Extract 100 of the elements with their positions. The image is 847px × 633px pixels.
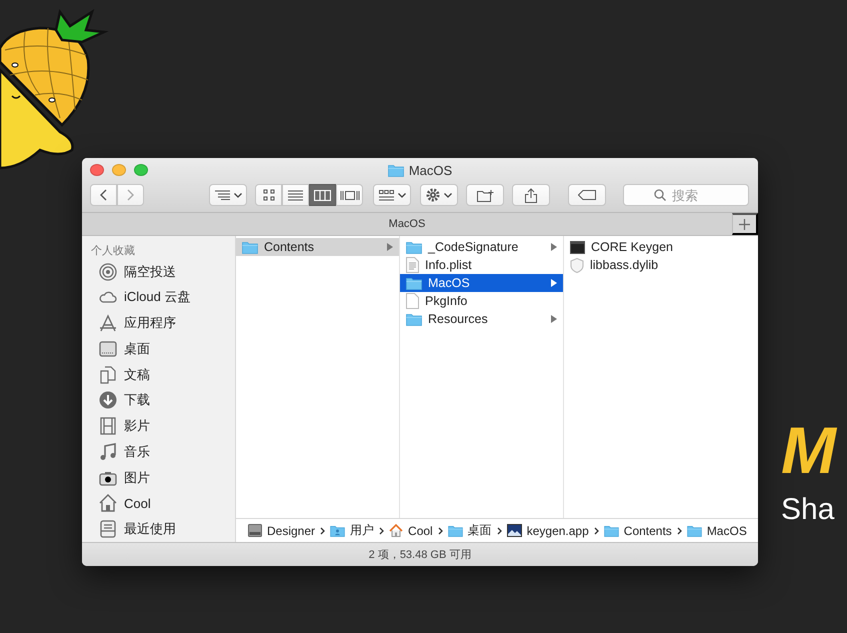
document-icon — [406, 293, 419, 309]
folder-icon — [604, 524, 619, 536]
columns-icon — [314, 190, 331, 200]
folder-plus-icon — [476, 188, 494, 202]
view-mode-button[interactable] — [255, 184, 282, 206]
caret-icon — [444, 192, 452, 198]
tray-icon — [99, 520, 117, 538]
file-name: Contents — [264, 240, 316, 254]
file-row[interactable]: Contents — [236, 238, 399, 256]
sidebar-item[interactable]: Cool — [82, 490, 235, 516]
view-mode-button[interactable] — [336, 184, 363, 206]
sidebar-item[interactable]: 下载 — [82, 388, 235, 414]
sidebar-item-label: 最近使用 — [124, 520, 176, 538]
disclosure-triangle-icon — [551, 279, 557, 287]
path-item[interactable]: Cool — [408, 524, 433, 538]
folder-icon — [686, 524, 702, 536]
grid-icon — [378, 190, 394, 200]
sidebar-item[interactable]: 最近使用 — [82, 516, 235, 542]
view-mode-button[interactable] — [309, 184, 336, 206]
window-title: MacOS — [408, 163, 452, 178]
action-button[interactable] — [420, 184, 458, 206]
file-name: Info.plist — [425, 258, 473, 272]
new-folder-button[interactable] — [466, 184, 504, 206]
path-item[interactable]: 用户 — [350, 522, 374, 539]
chevron-right-icon — [320, 526, 326, 534]
file-row[interactable]: PkgInfo — [400, 292, 563, 310]
path-item[interactable]: 桌面 — [468, 522, 492, 539]
terminal-icon — [570, 240, 585, 254]
sidebar-heading: 个人收藏 — [90, 244, 135, 259]
disclosure-triangle-icon — [387, 243, 393, 251]
path-item[interactable]: MacOS — [706, 524, 747, 538]
path-item[interactable]: Contents — [624, 524, 672, 538]
file-row[interactable]: CORE Keygen — [564, 238, 758, 256]
list-icon — [288, 190, 303, 200]
tag-button[interactable] — [568, 184, 606, 206]
path-item[interactable]: keygen.app — [526, 524, 589, 538]
file-row[interactable]: MacOS — [400, 274, 563, 292]
sidebar-item[interactable]: 桌面 — [82, 336, 235, 362]
sidebar-item-label: 下载 — [124, 391, 150, 410]
sidebar-item[interactable]: 图片 — [82, 464, 235, 491]
file-row[interactable]: Resources — [400, 310, 563, 328]
file-name: CORE Keygen — [591, 240, 674, 254]
sidebar-item[interactable]: 文稿 — [82, 362, 235, 388]
plus-icon — [739, 218, 750, 230]
chevron-right-icon — [496, 526, 502, 534]
view-mode-button[interactable] — [282, 184, 309, 206]
view-options-button[interactable] — [209, 184, 247, 206]
hard-drive-icon — [248, 524, 262, 537]
folder-icon — [406, 240, 422, 254]
share-button[interactable] — [512, 184, 550, 206]
file-name: PkgInfo — [425, 294, 468, 308]
tab-title: MacOS — [388, 218, 426, 230]
share-icon — [525, 188, 537, 202]
sidebar-item-label: Cool — [124, 496, 151, 511]
sidebar-item[interactable]: 影片 — [82, 413, 235, 440]
sidebar-item[interactable]: 音乐 — [82, 439, 235, 465]
new-tab-button[interactable] — [732, 213, 758, 235]
file-name: _CodeSignature — [428, 240, 520, 254]
path-item[interactable]: Designer — [267, 524, 316, 538]
folder-icon — [406, 276, 422, 290]
file-row[interactable]: libbass.dylib — [564, 256, 758, 274]
status-text: 2 项，53.48 GB 可用 — [368, 548, 472, 562]
file-name: Resources — [428, 312, 489, 326]
sidebar-item-label: 影片 — [124, 417, 150, 436]
music-note-icon — [99, 442, 117, 461]
sidebar-item-label: 隔空投送 — [124, 262, 176, 281]
file-name: libbass.dylib — [590, 258, 660, 272]
gear-icon — [426, 188, 440, 202]
sidebar-item[interactable]: iCloud 云盘 — [82, 284, 235, 310]
documents-icon — [99, 366, 117, 384]
shield-icon — [570, 258, 584, 272]
search-field[interactable]: 搜索 — [623, 184, 749, 206]
user-folder-icon — [330, 524, 346, 536]
sidebar-item[interactable]: 应用程序 — [82, 310, 235, 336]
monitor-icon — [99, 340, 117, 358]
file-row[interactable]: _CodeSignature — [400, 238, 563, 256]
close-button[interactable] — [90, 164, 104, 176]
sidebar-item-label: 文稿 — [124, 366, 150, 384]
download-icon — [99, 391, 117, 410]
arrange-button[interactable] — [373, 184, 411, 206]
folder-icon — [406, 312, 422, 326]
folder-icon — [242, 240, 258, 254]
sidebar-item-label: 应用程序 — [124, 314, 176, 332]
chevron-right-icon — [594, 526, 599, 534]
back-button[interactable] — [90, 184, 117, 206]
chevron-right-icon — [127, 189, 134, 201]
chevron-left-icon — [100, 189, 107, 201]
sidebar-item-label: 桌面 — [124, 340, 150, 358]
house-icon — [389, 524, 404, 537]
banner-subtitle: Sha — [781, 492, 836, 528]
caret-icon — [234, 192, 242, 198]
chevron-right-icon — [676, 526, 682, 534]
search-icon — [654, 189, 666, 201]
chevron-right-icon — [379, 526, 384, 534]
chevron-right-icon — [438, 526, 443, 534]
sidebar-item[interactable]: 隔空投送 — [82, 258, 235, 285]
banner-title: M — [781, 412, 838, 489]
file-row[interactable]: Info.plist — [400, 256, 563, 274]
gallery-icon — [340, 190, 360, 200]
sidebar-item-label: 图片 — [124, 468, 150, 487]
